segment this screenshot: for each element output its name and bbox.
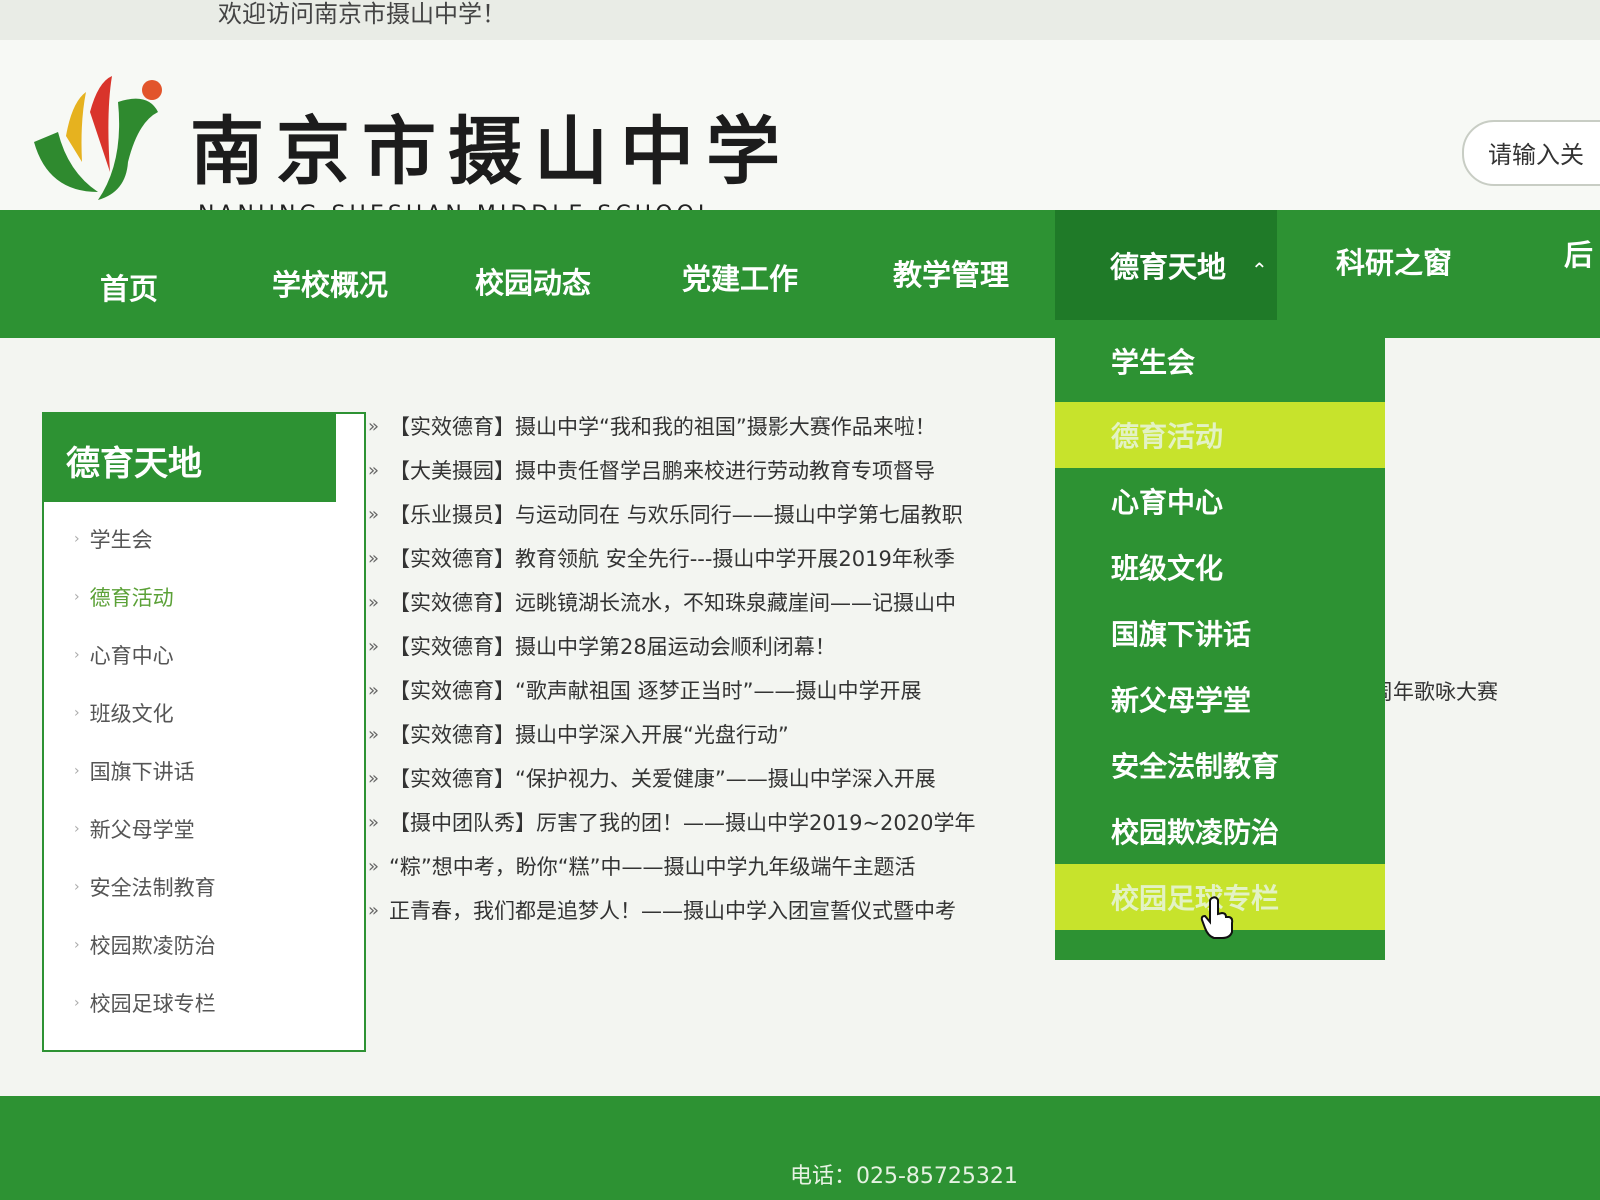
sidebar-item-counseling[interactable]: › 心育中心 [44, 626, 354, 684]
news-item[interactable]: » 【实效德育】“保护视力、关爱健康”——摄山中学深入开展 [368, 756, 1058, 800]
double-chevron-icon: » [368, 635, 380, 657]
news-title[interactable]: “粽”想中考，盼你“糕”中——摄山中学九年级端午主题活 [389, 851, 916, 881]
double-chevron-icon: » [368, 767, 380, 789]
news-item[interactable]: » 【乐业摄员】与运动同在 与欢乐同行——摄山中学第七届教职 [368, 492, 1058, 536]
chevron-up-icon: ⌃ [1251, 258, 1268, 282]
hand-cursor-icon [1200, 896, 1234, 939]
news-item[interactable]: » 【实效德育】“歌声献祖国 逐梦正当时”——摄山中学开展 [368, 668, 1058, 712]
news-title[interactable]: 【大美摄园】摄中责任督学吕鹏来校进行劳动教育专项督导 [389, 455, 935, 485]
dropdown-item-counseling[interactable]: 心育中心 [1055, 468, 1385, 534]
sidebar: 德育天地 › 学生会 › 德育活动 › 心育中心 › 班级文化 › 国旗下讲话 › 新父母学… [42, 412, 366, 1052]
sidebar-item-parent-school[interactable]: › 新父母学堂 [44, 800, 354, 858]
news-title[interactable]: 【实效德育】“保护视力、关爱健康”——摄山中学深入开展 [389, 763, 936, 793]
news-item[interactable]: » 【摄中团队秀】厉害了我的团！——摄山中学2019~2020学年 [368, 800, 1058, 844]
main-nav: ⌃ 首页 学校概况 校园动态 党建工作 教学管理 德育天地 科研之窗 后 [0, 210, 1600, 338]
double-chevron-icon: » [368, 811, 380, 833]
sidebar-item-label: 学生会 [89, 528, 153, 552]
news-item[interactable]: » 【实效德育】教育领航 安全先行---摄山中学开展2019年秋季 [368, 536, 1058, 580]
chevron-right-icon: › [74, 995, 80, 1011]
news-item[interactable]: » 【实效德育】摄山中学“我和我的祖国”摄影大赛作品来啦！ [368, 404, 1058, 448]
dropdown-item-parent-school[interactable]: 新父母学堂 [1055, 666, 1385, 732]
chevron-right-icon: › [74, 705, 80, 721]
dropdown-menu: 学生会 德育活动 心育中心 班级文化 国旗下讲话 新父母学堂 安全法制教育 校园… [1055, 320, 1385, 960]
news-item[interactable]: » “粽”想中考，盼你“糕”中——摄山中学九年级端午主题活 [368, 844, 1058, 888]
nav-item-home[interactable]: 首页 [100, 266, 158, 308]
news-item[interactable]: » 【实效德育】远眺镜湖长流水，不知珠泉藏崖间——记摄山中 [368, 580, 1058, 624]
nav-item-news[interactable]: 校园动态 [475, 260, 591, 302]
news-item[interactable]: » 【实效德育】摄山中学第28届运动会顺利闭幕！ [368, 624, 1058, 668]
news-item[interactable]: » 【实效德育】摄山中学深入开展“光盘行动” [368, 712, 1058, 756]
sidebar-item-label: 德育活动 [89, 586, 174, 610]
sidebar-item-flag-speech[interactable]: › 国旗下讲话 [44, 742, 354, 800]
double-chevron-icon: » [368, 855, 380, 877]
welcome-text: 欢迎访问南京市摄山中学！ [218, 0, 506, 28]
sidebar-item-label: 校园足球专栏 [89, 992, 216, 1016]
dropdown-item-safety-law[interactable]: 安全法制教育 [1055, 732, 1385, 798]
nav-item-about[interactable]: 学校概况 [272, 262, 388, 304]
news-title[interactable]: 【实效德育】“歌声献祖国 逐梦正当时”——摄山中学开展 [389, 675, 921, 705]
news-title[interactable]: 【实效德育】远眺镜湖长流水，不知珠泉藏崖间——记摄山中 [389, 587, 956, 617]
dropdown-item-student-union[interactable]: 学生会 [1055, 320, 1385, 402]
footer-phone: 电话：025-85725321 [790, 1164, 1018, 1189]
news-title[interactable]: 【摄中团队秀】厉害了我的团！——摄山中学2019~2020学年 [389, 807, 975, 837]
sidebar-item-label: 安全法制教育 [89, 876, 216, 900]
news-item[interactable]: » 【大美摄园】摄中责任督学吕鹏来校进行劳动教育专项督导 [368, 448, 1058, 492]
double-chevron-icon: » [368, 547, 380, 569]
double-chevron-icon: » [368, 503, 380, 525]
sidebar-item-label: 国旗下讲话 [89, 760, 195, 784]
top-bar: 欢迎访问南京市摄山中学！ [0, 0, 1600, 40]
nav-item-more[interactable]: 后 [1564, 232, 1593, 274]
sidebar-title-text: 德育天地 [66, 444, 202, 484]
news-list: » 【实效德育】摄山中学“我和我的祖国”摄影大赛作品来啦！ » 【大美摄园】摄中责任… [368, 404, 1058, 944]
sidebar-item-safety-law[interactable]: › 安全法制教育 [44, 858, 354, 916]
news-title[interactable]: 正青春，我们都是追梦人！——摄山中学入团宣誓仪式暨中考 [389, 895, 956, 925]
chevron-right-icon: › [74, 821, 80, 837]
news-title[interactable]: 【实效德育】教育领航 安全先行---摄山中学开展2019年秋季 [389, 543, 955, 573]
chevron-right-icon: › [74, 647, 80, 663]
sidebar-title: 德育天地 [44, 414, 336, 502]
news-title[interactable]: 【乐业摄员】与运动同在 与欢乐同行——摄山中学第七届教职 [389, 499, 963, 529]
sidebar-list: › 学生会 › 德育活动 › 心育中心 › 班级文化 › 国旗下讲话 › 新父母学堂 › 安全… [44, 510, 354, 1032]
dropdown-item-flag-speech[interactable]: 国旗下讲话 [1055, 600, 1385, 666]
news-title-overflow[interactable]: 周年歌咏大赛 [1372, 676, 1498, 706]
dropdown-item-class-culture[interactable]: 班级文化 [1055, 534, 1385, 600]
chevron-right-icon: › [74, 531, 80, 547]
nav-item-teaching[interactable]: 教学管理 [893, 252, 1009, 294]
news-title[interactable]: 【实效德育】摄山中学深入开展“光盘行动” [389, 719, 789, 749]
news-title[interactable]: 【实效德育】摄山中学“我和我的祖国”摄影大赛作品来啦！ [389, 411, 936, 441]
search-input[interactable] [1486, 140, 1600, 170]
double-chevron-icon: » [368, 415, 380, 437]
sidebar-item-label: 班级文化 [89, 702, 174, 726]
chevron-right-icon: › [74, 937, 80, 953]
double-chevron-icon: » [368, 723, 380, 745]
double-chevron-icon: » [368, 679, 380, 701]
news-title[interactable]: 【实效德育】摄山中学第28届运动会顺利闭幕！ [389, 631, 836, 661]
sidebar-item-football[interactable]: › 校园足球专栏 [44, 974, 354, 1032]
sidebar-item-moral-activities[interactable]: › 德育活动 [44, 568, 354, 626]
school-name-chinese: 南京市摄山中学 [190, 109, 792, 195]
double-chevron-icon: » [368, 459, 380, 481]
dropdown-item-moral-activities[interactable]: 德育活动 [1055, 402, 1385, 468]
sidebar-item-label: 心育中心 [89, 644, 174, 668]
school-logo[interactable] [28, 72, 173, 202]
nav-item-research[interactable]: 科研之窗 [1336, 240, 1452, 282]
sidebar-item-label: 新父母学堂 [89, 818, 195, 842]
header: 南京市摄山中学 NANJING SHESHAN MIDDLE SCHOOL [0, 40, 1600, 227]
chevron-right-icon: › [74, 879, 80, 895]
chevron-right-icon: › [74, 763, 80, 779]
dropdown-item-anti-bullying[interactable]: 校园欺凌防治 [1055, 798, 1385, 864]
search-box[interactable] [1462, 120, 1600, 186]
sidebar-item-class-culture[interactable]: › 班级文化 [44, 684, 354, 742]
sidebar-item-student-union[interactable]: › 学生会 [44, 510, 354, 568]
nav-item-moral-education[interactable]: 德育天地 [1110, 244, 1226, 286]
sidebar-item-anti-bullying[interactable]: › 校园欺凌防治 [44, 916, 354, 974]
double-chevron-icon: » [368, 899, 380, 921]
nav-item-party[interactable]: 党建工作 [682, 256, 798, 298]
footer: 电话：025-85725321 [0, 1096, 1600, 1200]
news-item[interactable]: » 正青春，我们都是追梦人！——摄山中学入团宣誓仪式暨中考 [368, 888, 1058, 932]
chevron-right-icon: › [74, 589, 80, 605]
double-chevron-icon: » [368, 591, 380, 613]
sidebar-item-label: 校园欺凌防治 [89, 934, 216, 958]
